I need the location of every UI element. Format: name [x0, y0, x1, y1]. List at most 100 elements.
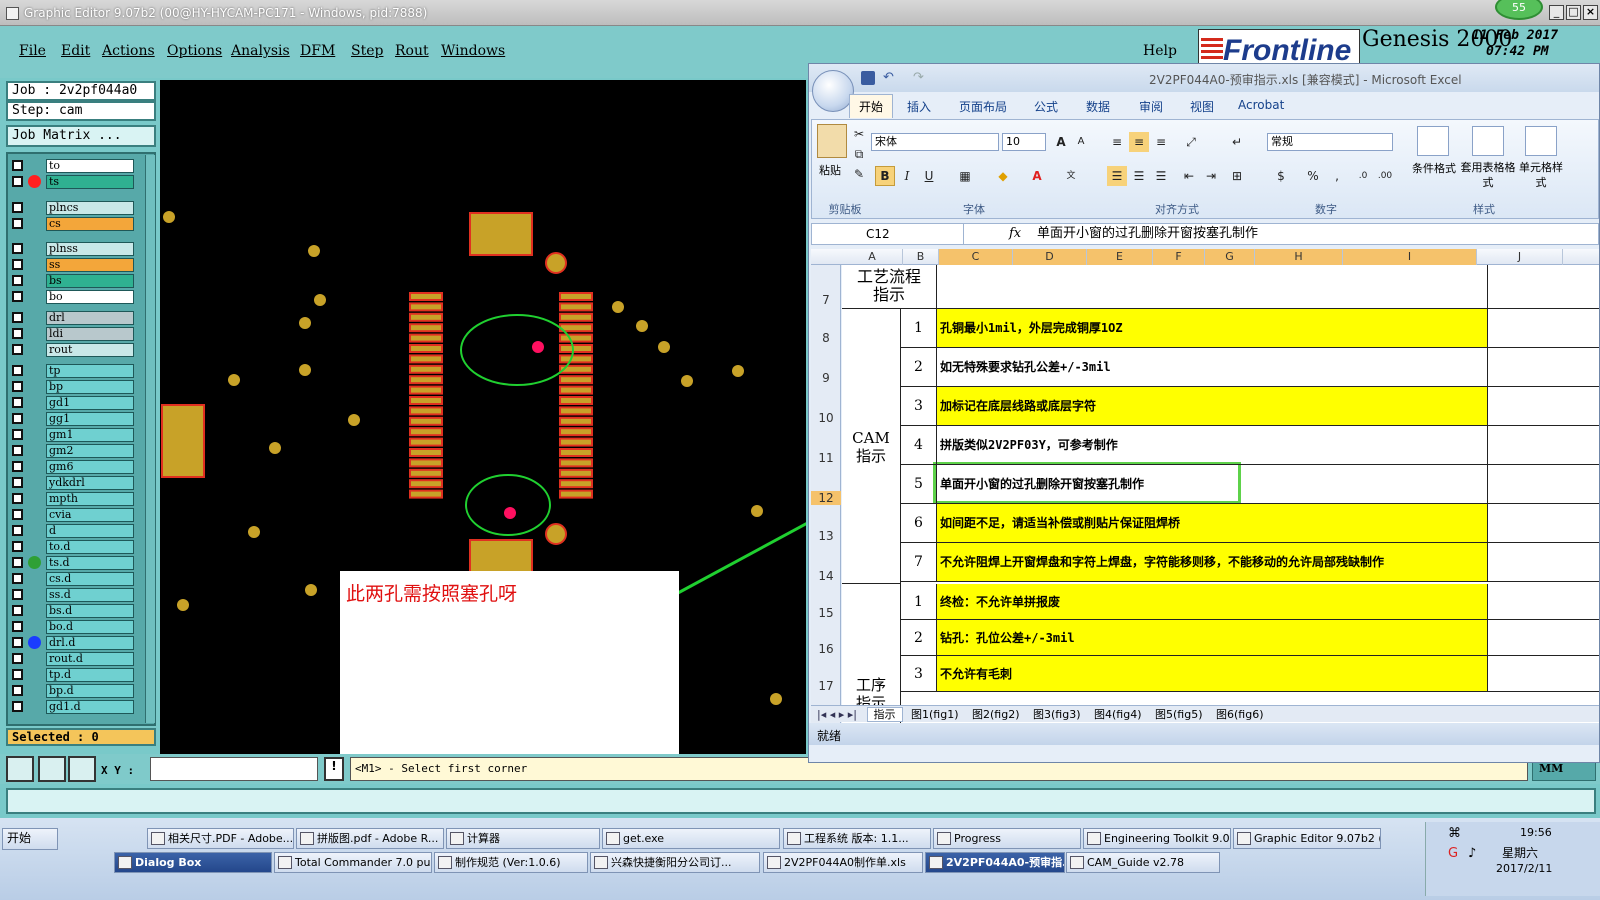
- taskbar-button[interactable]: Dialog Box: [114, 852, 272, 873]
- layer-checkbox[interactable]: [12, 493, 23, 504]
- layer-name[interactable]: ydkdrl: [46, 476, 134, 490]
- header-cell[interactable]: 工艺流程指示: [842, 265, 937, 309]
- job-matrix-button[interactable]: Job Matrix ...: [6, 125, 156, 147]
- save-icon[interactable]: [861, 71, 875, 85]
- name-box[interactable]: C12: [812, 224, 964, 244]
- layer-name[interactable]: ts.d: [46, 556, 134, 570]
- layer-checkbox[interactable]: [12, 365, 23, 376]
- format-painter-icon[interactable]: ✎: [849, 164, 869, 184]
- item-number[interactable]: 7: [901, 543, 937, 582]
- accounting-icon[interactable]: $: [1271, 166, 1291, 186]
- col-header[interactable]: E: [1087, 249, 1153, 265]
- layer-row-bs-d[interactable]: bs.d: [8, 604, 136, 618]
- layer-checkbox[interactable]: [12, 541, 23, 552]
- taskbar-button[interactable]: 兴森快捷衡阳分公司订...: [590, 852, 760, 873]
- layer-name[interactable]: rout: [46, 343, 134, 357]
- row-header[interactable]: 7: [811, 293, 841, 307]
- xy-input[interactable]: [150, 757, 318, 781]
- instruction-cell[interactable]: 不允许有毛刺: [937, 656, 1488, 692]
- taskbar-button[interactable]: 2V2PF044A0-预审指...: [925, 852, 1065, 873]
- taskbar-button[interactable]: 工程系统 版本: 1.1...: [783, 828, 931, 849]
- row-header[interactable]: 12: [811, 491, 841, 505]
- instruction-cell[interactable]: 加标记在底层线路或底层字符: [937, 387, 1488, 426]
- row-header[interactable]: 11: [811, 451, 841, 465]
- number-format-select[interactable]: 常规: [1267, 133, 1393, 151]
- merge-cells-icon[interactable]: ⊞: [1227, 166, 1247, 186]
- tab-page-layout[interactable]: 页面布局: [959, 98, 1007, 115]
- percent-icon[interactable]: %: [1303, 166, 1323, 186]
- taskbar-button[interactable]: Engineering Toolkit 9.0...: [1083, 828, 1231, 849]
- phonetic-icon[interactable]: 文: [1061, 166, 1081, 186]
- item-number[interactable]: 3: [901, 656, 937, 692]
- cell[interactable]: [1488, 504, 1599, 543]
- align-middle-icon[interactable]: ≡: [1129, 132, 1149, 152]
- header-blank-cell[interactable]: [937, 265, 1488, 309]
- sheet-tab[interactable]: 图5(fig5): [1150, 708, 1208, 721]
- layer-name[interactable]: cvia: [46, 508, 134, 522]
- menu-windows[interactable]: Windows: [441, 43, 505, 59]
- layer-checkbox[interactable]: [12, 344, 23, 355]
- layer-name[interactable]: gm6: [46, 460, 134, 474]
- fill-color-icon[interactable]: ◆: [993, 166, 1013, 186]
- volume-icon[interactable]: ♪: [1468, 846, 1476, 861]
- col-header[interactable]: C: [939, 249, 1013, 265]
- layer-checkbox[interactable]: [12, 275, 23, 286]
- instruction-cell[interactable]: 不允许阻焊上开窗焊盘和字符上焊盘，字符能移则移，不能移动的允许局部残缺制作: [937, 543, 1488, 582]
- layer-row-d[interactable]: d: [8, 524, 136, 538]
- zoom-fit-icon[interactable]: [6, 756, 34, 782]
- taskbar-button[interactable]: Graphic Editor 9.07b2 (...: [1233, 828, 1381, 849]
- font-name-select[interactable]: 宋体: [871, 133, 999, 151]
- col-header[interactable]: H: [1255, 249, 1343, 265]
- layer-row-ts-d[interactable]: ts.d: [8, 556, 136, 570]
- border-icon[interactable]: ▦: [955, 166, 975, 186]
- col-header[interactable]: I: [1343, 249, 1477, 265]
- menu-options[interactable]: Options: [167, 43, 222, 59]
- office-button[interactable]: [812, 70, 854, 112]
- layer-name[interactable]: bs: [46, 274, 134, 288]
- layer-checkbox[interactable]: [12, 243, 23, 254]
- menu-edit[interactable]: Edit: [61, 43, 90, 59]
- tab-home[interactable]: 开始: [849, 94, 894, 118]
- cell[interactable]: [1488, 584, 1599, 620]
- grow-font-icon[interactable]: A: [1051, 132, 1071, 152]
- layer-checkbox[interactable]: [12, 621, 23, 632]
- sheet-tab[interactable]: 图4(fig4): [1089, 708, 1147, 721]
- layer-checkbox[interactable]: [12, 701, 23, 712]
- cell[interactable]: [1488, 465, 1599, 504]
- sheet-tab[interactable]: 图2(fig2): [967, 708, 1025, 721]
- layer-row-ts[interactable]: ts: [8, 175, 136, 189]
- maximize-button[interactable]: □: [1566, 5, 1581, 20]
- comma-icon[interactable]: ,: [1327, 166, 1347, 186]
- table-format-button[interactable]: 套用表格格式: [1457, 160, 1519, 190]
- layer-name[interactable]: bp.d: [46, 684, 134, 698]
- start-button[interactable]: 开始: [2, 828, 58, 850]
- layer-row-ldi[interactable]: ldi: [8, 327, 136, 341]
- layer-row-to[interactable]: to: [8, 159, 136, 173]
- instruction-cell[interactable]: 单面开小窗的过孔删除开窗按塞孔制作: [937, 465, 1488, 504]
- taskbar-button[interactable]: 计算器: [446, 828, 600, 849]
- row-header[interactable]: 8: [811, 331, 841, 345]
- row-header[interactable]: 13: [811, 529, 841, 543]
- menu-help[interactable]: Help: [1143, 43, 1177, 59]
- formula-input[interactable]: 单面开小窗的过孔删除开窗按塞孔制作: [1037, 224, 1258, 244]
- cell[interactable]: [1488, 348, 1599, 387]
- layer-name[interactable]: plnss: [46, 242, 134, 256]
- tab-view[interactable]: 视图: [1190, 98, 1214, 115]
- cell[interactable]: [1488, 620, 1599, 656]
- layer-row-rout-d[interactable]: rout.d: [8, 652, 136, 666]
- row-header[interactable]: 14: [811, 569, 841, 583]
- layer-row-gd1[interactable]: gd1: [8, 396, 136, 410]
- instruction-cell[interactable]: 如无特殊要求钻孔公差+/-3mil: [937, 348, 1488, 387]
- item-number[interactable]: 4: [901, 426, 937, 465]
- cell[interactable]: [1488, 426, 1599, 465]
- taskbar-button[interactable]: 制作规范 (Ver:1.0.6): [434, 852, 588, 873]
- layer-row-ss[interactable]: ss: [8, 258, 136, 272]
- instruction-cell[interactable]: 如间距不足，请适当补偿或削贴片保证阻焊桥: [937, 504, 1488, 543]
- measure-icon[interactable]: [38, 756, 66, 782]
- cell-style-button[interactable]: 单元格样式: [1519, 160, 1563, 190]
- layer-row-tp-d[interactable]: tp.d: [8, 668, 136, 682]
- layer-row-to-d[interactable]: to.d: [8, 540, 136, 554]
- conditional-format-button[interactable]: 条件格式: [1407, 160, 1461, 176]
- layer-checkbox[interactable]: [12, 202, 23, 213]
- instruction-cell[interactable]: 拼版类似2V2PF03Y，可参考制作: [937, 426, 1488, 465]
